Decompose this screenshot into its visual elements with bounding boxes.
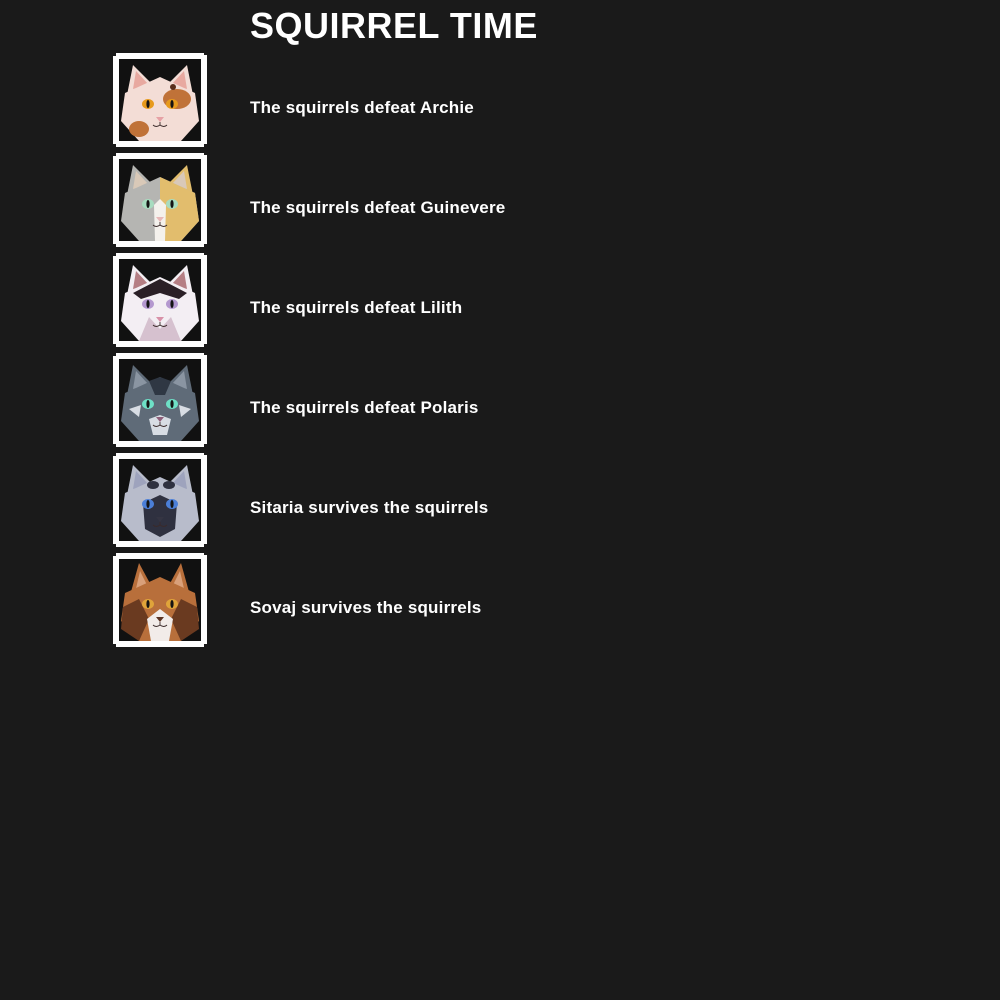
event-list: The squirrels defeat Archie The squirrel…: [113, 53, 813, 653]
event-text: The squirrels defeat Guinevere: [250, 198, 506, 217]
cat-portrait-icon: [119, 159, 201, 241]
cat-portrait-icon: [119, 259, 201, 341]
cat-portrait-icon: [119, 59, 201, 141]
event-row: Sovaj survives the squirrels: [113, 553, 813, 653]
event-row: Sitaria survives the squirrels: [113, 453, 813, 553]
cat-portrait-icon: [119, 359, 201, 441]
portrait-frame: [113, 53, 207, 147]
event-row: The squirrels defeat Polaris: [113, 353, 813, 453]
page-title: SQUIRREL TIME: [250, 5, 538, 46]
portrait-frame: [113, 453, 207, 547]
event-text: Sitaria survives the squirrels: [250, 498, 489, 517]
event-text: The squirrels defeat Lilith: [250, 298, 463, 317]
portrait-frame: [113, 253, 207, 347]
portrait-frame: [113, 153, 207, 247]
portrait-frame: [113, 353, 207, 447]
cat-portrait-icon: [119, 559, 201, 641]
event-row: The squirrels defeat Lilith: [113, 253, 813, 353]
event-row: The squirrels defeat Guinevere: [113, 153, 813, 253]
cat-portrait-icon: [119, 459, 201, 541]
event-text: The squirrels defeat Archie: [250, 98, 474, 117]
event-text: Sovaj survives the squirrels: [250, 598, 482, 617]
portrait-frame: [113, 553, 207, 647]
event-row: The squirrels defeat Archie: [113, 53, 813, 153]
event-text: The squirrels defeat Polaris: [250, 398, 479, 417]
